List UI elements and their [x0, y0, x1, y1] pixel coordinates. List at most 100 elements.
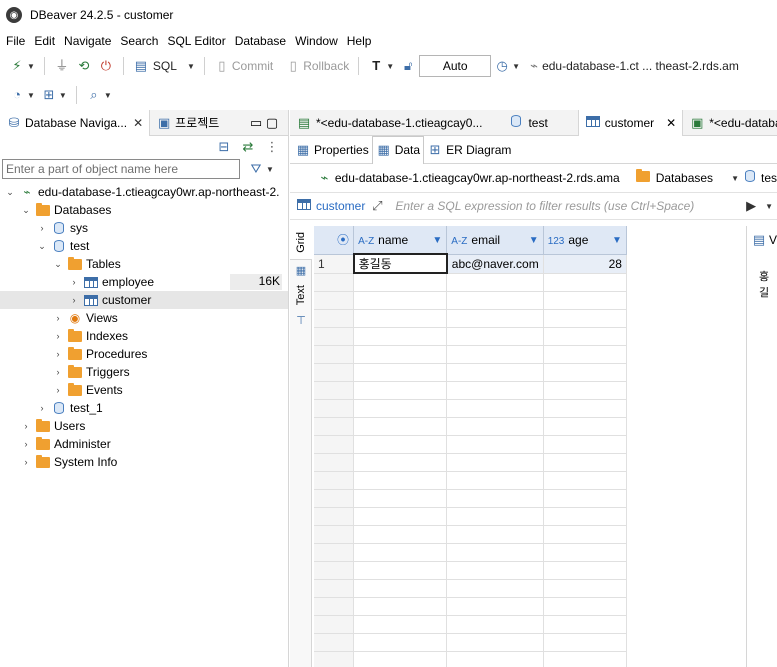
- tree-node-procedures[interactable]: › Procedures: [0, 345, 288, 363]
- breadcrumb-connection[interactable]: edu-database-1.ctieagcay0wr.ap-northeast…: [335, 171, 620, 185]
- sql-editor-button[interactable]: ▤ SQL ▼: [130, 55, 198, 77]
- reconnect-button[interactable]: ⟲: [73, 55, 95, 77]
- chevron-right-icon[interactable]: ›: [36, 403, 48, 413]
- filter-dropdown-icon[interactable]: ▼: [266, 165, 274, 174]
- column-header-name[interactable]: A-Z name ▼: [353, 226, 448, 255]
- menu-file[interactable]: File: [2, 34, 29, 48]
- tab-projects[interactable]: ▣ 프로젝트: [150, 110, 225, 136]
- filter-expression-input[interactable]: Enter a SQL expression to filter results…: [395, 199, 694, 213]
- navigator-filter-input[interactable]: [2, 159, 240, 179]
- text-view-icon[interactable]: ⊤: [290, 310, 312, 330]
- tab-customer[interactable]: customer ✕: [577, 109, 684, 136]
- chevron-down-icon[interactable]: ⌄: [52, 259, 64, 270]
- schema-compare-button[interactable]: ⊞ ▼: [38, 84, 70, 106]
- tree-node-test-1[interactable]: › test_1: [0, 399, 288, 417]
- chevron-right-icon[interactable]: ›: [52, 331, 64, 341]
- tree-node-events[interactable]: › Events: [0, 381, 288, 399]
- commit-button[interactable]: ▯ Commit: [211, 55, 276, 77]
- chevron-right-icon[interactable]: ›: [68, 277, 80, 287]
- rollback-button[interactable]: ▯ Rollback: [282, 55, 352, 77]
- menu-window[interactable]: Window: [291, 34, 342, 48]
- column-header-email[interactable]: A-Z email ▼: [446, 226, 544, 255]
- filter-icon[interactable]: ⛛: [248, 161, 264, 177]
- disconnect-button[interactable]: ⏻: [95, 55, 117, 77]
- tree-node-connection[interactable]: ⌄ ⌁ edu-database-1.ctieagcay0wr.ap-north…: [0, 183, 288, 201]
- tree-node-views[interactable]: › ◉ Views: [0, 309, 288, 327]
- lock-button[interactable]: 🔓︎: [397, 55, 419, 77]
- menu-sql-editor[interactable]: SQL Editor: [163, 34, 229, 48]
- tree-node-system-info[interactable]: › System Info: [0, 453, 288, 471]
- history-button[interactable]: ◷ ▼: [491, 55, 523, 77]
- chevron-down-icon[interactable]: ▼: [529, 235, 539, 246]
- chevron-down-icon[interactable]: ▼: [731, 174, 739, 183]
- minimize-icon[interactable]: ▭: [248, 115, 264, 131]
- close-icon[interactable]: ✕: [133, 116, 143, 130]
- tab-grid[interactable]: Grid: [290, 226, 312, 260]
- tree-node-employee[interactable]: › employee 16K: [0, 273, 288, 291]
- tree-node-triggers[interactable]: › Triggers: [0, 363, 288, 381]
- cell-age[interactable]: 28: [543, 254, 627, 274]
- tab-data[interactable]: ▦ Data: [371, 135, 425, 164]
- tab-sql-console[interactable]: ▣ *<edu-databa: [683, 110, 777, 136]
- tree-node-databases[interactable]: ⌄ Databases: [0, 201, 288, 219]
- chevron-down-icon[interactable]: ⌄: [20, 205, 32, 216]
- plug-refresh-icon: ⟲: [78, 58, 90, 73]
- tree-node-tables[interactable]: ⌄ Tables: [0, 255, 288, 273]
- chevron-right-icon[interactable]: ›: [52, 367, 64, 377]
- chevron-down-icon[interactable]: ▼: [432, 235, 442, 246]
- chevron-right-icon[interactable]: ›: [52, 349, 64, 359]
- chevron-down-icon[interactable]: ⌄: [36, 241, 48, 252]
- active-connection-selector[interactable]: ⌁ edu-database-1.ct ... theast-2.rds.am: [523, 55, 742, 77]
- new-connection-button[interactable]: ⚡ ▼: [6, 55, 38, 77]
- search-button[interactable]: ⌕ ▼: [83, 84, 115, 106]
- tab-er-diagram[interactable]: ⊞ ER Diagram: [424, 137, 514, 163]
- apply-filter-icon[interactable]: ▶: [743, 198, 759, 214]
- chevron-down-icon[interactable]: ▼: [612, 235, 622, 246]
- transaction-mode-field[interactable]: Auto: [419, 55, 492, 77]
- link-with-editor-icon[interactable]: ⇄: [240, 139, 256, 155]
- collapse-all-icon[interactable]: ⊟: [216, 139, 232, 155]
- connect-button[interactable]: ⏚: [51, 55, 73, 77]
- breadcrumb-database[interactable]: tes: [761, 171, 777, 185]
- tree-node-users[interactable]: › Users: [0, 417, 288, 435]
- tab-sql-script[interactable]: ▤ *<edu-database-1.ctieagcay0...: [290, 110, 488, 136]
- breadcrumb-databases[interactable]: Databases: [656, 171, 713, 185]
- expand-icon[interactable]: ⤢: [369, 198, 385, 214]
- row-number[interactable]: 1: [314, 254, 355, 274]
- tree-node-sys[interactable]: › sys: [0, 219, 288, 237]
- cell-email[interactable]: abc@naver.com: [446, 254, 544, 274]
- maximize-icon[interactable]: ▢: [264, 115, 280, 131]
- menu-help[interactable]: Help: [343, 34, 376, 48]
- cell-name[interactable]: 홍길동: [352, 253, 448, 274]
- tab-properties[interactable]: ▦ Properties: [292, 137, 372, 163]
- menu-database[interactable]: Database: [231, 34, 290, 48]
- chevron-right-icon[interactable]: ›: [20, 439, 32, 449]
- chevron-down-icon[interactable]: ⌄: [4, 187, 16, 198]
- chevron-right-icon[interactable]: ›: [68, 295, 80, 305]
- chevron-right-icon[interactable]: ›: [36, 223, 48, 233]
- grid-view-icon[interactable]: ▦: [290, 260, 312, 280]
- tree-node-customer[interactable]: › customer: [0, 291, 288, 309]
- tree-node-administer[interactable]: › Administer: [0, 435, 288, 453]
- menu-edit[interactable]: Edit: [30, 34, 59, 48]
- tab-test[interactable]: test: [502, 110, 553, 136]
- empty-grid-cell: [353, 453, 448, 472]
- column-header-age[interactable]: 123 age ▼: [543, 226, 627, 255]
- table-row[interactable]: 1 홍길동 abc@naver.com 28: [314, 253, 744, 274]
- menu-navigate[interactable]: Navigate: [60, 34, 115, 48]
- tab-text[interactable]: Text: [290, 280, 312, 310]
- tab-database-navigator[interactable]: ⛁ Database Naviga... ✕: [0, 109, 151, 136]
- row-selector-header[interactable]: ⦿: [314, 226, 355, 255]
- tree-node-indexes[interactable]: › Indexes: [0, 327, 288, 345]
- filter-history-icon[interactable]: ▼: [765, 202, 773, 211]
- dashboard-button[interactable]: ◔ ▼: [6, 84, 38, 106]
- chevron-right-icon[interactable]: ›: [52, 313, 64, 323]
- transaction-mode-button[interactable]: T ▼: [365, 55, 397, 77]
- chevron-right-icon[interactable]: ›: [52, 385, 64, 395]
- more-options-icon[interactable]: ⋮: [264, 139, 280, 155]
- chevron-right-icon[interactable]: ›: [20, 421, 32, 431]
- tree-node-test[interactable]: ⌄ test: [0, 237, 288, 255]
- menu-search[interactable]: Search: [116, 34, 162, 48]
- close-icon[interactable]: ✕: [666, 116, 676, 130]
- chevron-right-icon[interactable]: ›: [20, 457, 32, 467]
